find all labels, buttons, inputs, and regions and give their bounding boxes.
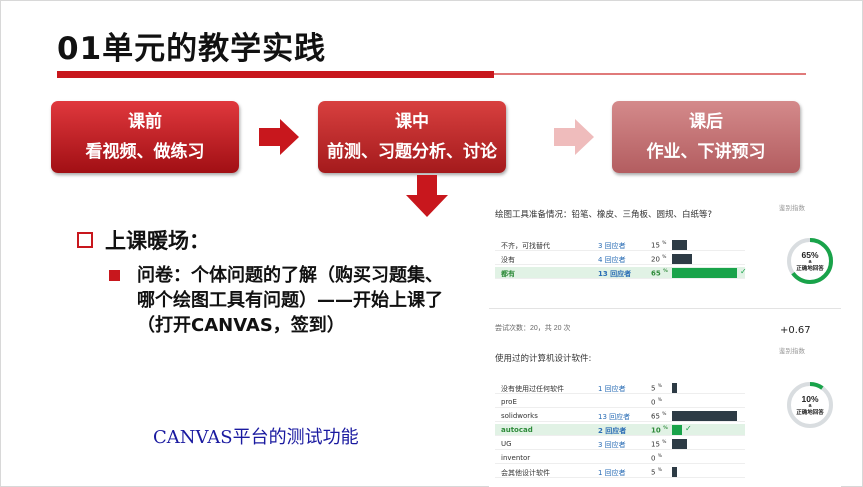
check-icon: ✓ [685,424,692,433]
answer-row: proE 0 % [495,396,745,408]
respondent-count-link[interactable]: 1 回应者 [598,384,626,394]
score-value: +0.67 [780,325,811,336]
respondent-count-link[interactable]: 4 回应者 [598,255,626,265]
arrow-down-icon [406,175,448,217]
respondent-count-link[interactable]: 13 回应者 [598,269,631,279]
answer-label: UG [501,440,512,448]
respondent-count-link[interactable]: 3 回应者 [598,440,626,450]
answer-row: 没有 4 回应者 20 % [495,253,745,265]
survey-result-panel: 尝试次数：20，共 20 次 +0.67 鉴别指数 使用过的计算机设计软件: 没… [489,319,841,487]
answer-row: solidworks 13 回应者 65 % [495,410,745,422]
arrow-right-icon [259,117,299,157]
percent-value: 0 [651,398,656,407]
discrimination-index: 鉴别指数 [779,348,805,355]
answer-percent: 15 % [651,440,667,449]
answer-percent: 5 % [651,468,662,477]
square-bullet-icon [109,270,120,281]
answer-label: 没有 [501,256,515,264]
answer-row: autocad 2 回应者 10 % ✓ [495,424,745,436]
stage-desc: 看视频、做练习 [85,142,205,162]
answer-label: 都有 [501,270,515,278]
check-icon: ✓ [740,267,747,276]
answer-label: proE [501,398,517,406]
answer-percent: 0 % [651,454,662,463]
attempts-count: 尝试次数：20，共 20 次 [495,325,571,332]
survey-result-panel: 鉴别指数 绘图工具准备情况：铅笔、橡皮、三角板、圆规、白纸等? 不齐，可找替代 3… [489,196,841,308]
percent-value: 15 [651,241,660,250]
respondent-count-link[interactable]: 13 回应者 [598,412,630,422]
answer-label: solidworks [501,412,538,420]
answer-bar [672,425,682,435]
answer-percent: 5 % [651,384,662,393]
answer-bar [672,268,737,278]
stage-in-class: 课中 前测、习题分析、讨论 [318,101,506,173]
answer-bar [672,411,737,421]
sub-bullet-survey: 问卷：个体问题的了解（购买习题集、哪个绘图工具有问题）——开始上课了（打开CAN… [109,263,449,338]
answer-percent: 65 % [651,412,667,421]
answer-row: UG 3 回应者 15 % [495,438,745,450]
hollow-square-icon [77,232,93,248]
answer-percent: 15 % [651,241,667,250]
answer-label: 会其他设计软件 [501,469,550,477]
sub-bullet-text: 问卷：个体问题的了解（购买习题集、哪个绘图工具有问题）——开始上课了（打开CAN… [137,265,443,336]
percent-value: 15 [651,440,660,449]
answer-label: 不齐，可找替代 [501,242,550,250]
arrow-right-icon [554,117,594,157]
respondent-count-link[interactable]: 2 回应者 [598,426,626,436]
answer-bar [672,240,687,250]
donut-caption: 正确地回答 [796,266,824,272]
answer-percent: 20 % [651,255,667,264]
stage-title: 课后 [689,112,723,132]
bullet-text: 上课暖场： [105,229,210,253]
donut-caption: 正确地回答 [796,410,824,416]
respondent-count-link[interactable]: 3 回应者 [598,241,626,251]
question-title: 使用过的计算机设计软件: [495,354,592,364]
donut-label: 10% a 正确地回答 [785,394,835,417]
donut-label: 65% a 正确地回答 [785,250,835,273]
donut-percent: 65% [801,250,819,260]
percent-value: 20 [651,255,660,264]
stage-title: 课前 [128,112,162,132]
percent-value: 0 [651,454,656,463]
answer-bar [672,439,687,449]
panel-divider [489,308,841,309]
stage-desc: 前测、习题分析、讨论 [327,142,497,162]
answer-bar [672,383,677,393]
stage-before-class: 课前 看视频、做练习 [51,101,239,173]
answer-percent: 65 % [651,269,668,278]
answer-row: 会其他设计软件 1 回应者 5 % [495,466,745,478]
donut-a: a [808,259,812,265]
stage-after-class: 课后 作业、下讲预习 [612,101,800,173]
stage-title: 课中 [395,112,429,132]
answer-row: inventor 0 % [495,452,745,464]
answer-row: 没有使用过任何软件 1 回应者 5 % [495,382,745,394]
percent-value: 10 [651,426,661,435]
answer-row: 不齐，可找替代 3 回应者 15 % [495,239,745,251]
stage-desc: 作业、下讲预习 [646,142,766,162]
answer-percent: 10 % [651,426,668,435]
answer-row: 都有 13 回应者 65 % ✓ [495,267,747,279]
answer-percent: 0 % [651,398,662,407]
donut-percent: 10% [801,394,819,404]
answer-label: autocad [501,426,533,434]
donut-a: a [808,403,812,409]
answer-bar [672,467,677,477]
respondent-count-link[interactable]: 1 回应者 [598,468,626,478]
percent-value: 5 [651,468,656,477]
page-title: 01单元的教学实践 [57,31,327,67]
answer-label: 没有使用过任何软件 [501,385,564,393]
answer-label: inventor [501,454,531,462]
question-title: 绘图工具准备情况：铅笔、橡皮、三角板、圆规、白纸等? [495,210,713,220]
percent-value: 65 [651,412,660,421]
title-underline [57,71,494,78]
bullet-warmup: 上课暖场： [77,225,210,255]
caption: CANVAS平台的测试功能 [153,427,359,448]
answer-bar [672,254,692,264]
percent-value: 5 [651,384,656,393]
percent-value: 65 [651,269,661,278]
slide: 01单元的教学实践 课前 看视频、做练习 课中 前测、习题分析、讨论 课后 作业… [0,0,863,487]
title-rule [494,73,806,75]
discrimination-index: 鉴别指数 [779,205,805,212]
